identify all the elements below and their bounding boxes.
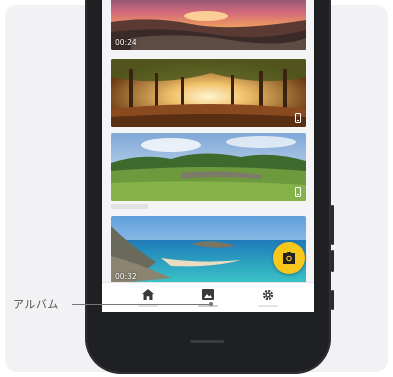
nav-home[interactable]: [118, 283, 178, 312]
phone-speaker: [190, 340, 224, 343]
date-header-placeholder: [111, 204, 148, 209]
nav-indicator: [138, 305, 158, 307]
phone-icon: [295, 187, 301, 197]
video-duration: 00:24: [115, 38, 137, 47]
phone-side-button: [331, 290, 334, 310]
video-duration: 00:32: [115, 272, 137, 281]
nav-settings[interactable]: [238, 283, 298, 312]
gallery-item[interactable]: [111, 59, 306, 127]
callout-leader-dot: [209, 302, 213, 306]
bottom-navigation: [102, 282, 314, 312]
camera-fab[interactable]: [273, 242, 305, 274]
nav-indicator: [258, 305, 278, 307]
album-callout-label: アルバム: [13, 298, 59, 311]
panorama-thumbnail: [111, 0, 306, 50]
album-icon: [202, 289, 214, 300]
phone-side-button: [331, 205, 334, 245]
gear-icon: [262, 289, 274, 301]
gallery-item[interactable]: [111, 133, 306, 201]
callout-leader-line: [72, 304, 210, 305]
gallery-item[interactable]: 00:24: [111, 0, 306, 50]
home-icon: [142, 289, 154, 300]
panorama-thumbnail: [111, 59, 306, 127]
panorama-thumbnail: [111, 133, 306, 201]
phone-side-button: [331, 250, 334, 272]
camera-icon: [283, 252, 295, 264]
nav-indicator: [198, 305, 218, 307]
app-screen[interactable]: 00:24 00:32: [102, 0, 314, 312]
nav-album[interactable]: [178, 283, 238, 312]
phone-icon: [295, 113, 301, 123]
